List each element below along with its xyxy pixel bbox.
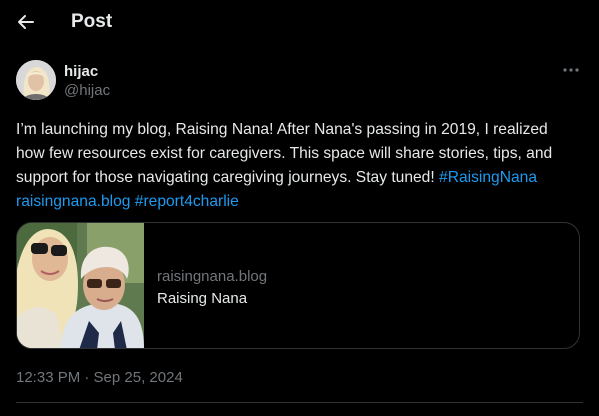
card-domain: raisingnana.blog bbox=[157, 268, 268, 285]
hashtag-raisingnana[interactable]: #RaisingNana bbox=[439, 169, 537, 186]
more-horizontal-icon bbox=[563, 68, 579, 72]
back-button[interactable] bbox=[10, 6, 42, 38]
hashtag-report4charlie[interactable]: #report4charlie bbox=[135, 193, 239, 210]
avatar[interactable] bbox=[16, 60, 56, 100]
author-display-name[interactable]: hijac bbox=[64, 63, 98, 80]
blog-link[interactable]: raisingnana.blog bbox=[16, 193, 130, 210]
link-preview-card[interactable]: raisingnana.blog Raising Nana bbox=[16, 222, 580, 349]
card-image[interactable] bbox=[17, 223, 144, 348]
post-timestamp[interactable]: 12:33 PM · Sep 25, 2024 bbox=[16, 369, 183, 386]
divider bbox=[16, 402, 583, 403]
page-header: Post bbox=[0, 0, 599, 44]
author-handle[interactable]: @hijac bbox=[64, 82, 110, 99]
arrow-left-icon bbox=[18, 15, 34, 29]
card-title: Raising Nana bbox=[157, 290, 248, 307]
post-text: I’m launching my blog, Raising Nana! Aft… bbox=[16, 118, 576, 214]
avatar-photo bbox=[16, 60, 56, 100]
more-options-button[interactable] bbox=[558, 60, 584, 80]
selfie-photo bbox=[17, 223, 144, 348]
page-title: Post bbox=[71, 11, 113, 32]
